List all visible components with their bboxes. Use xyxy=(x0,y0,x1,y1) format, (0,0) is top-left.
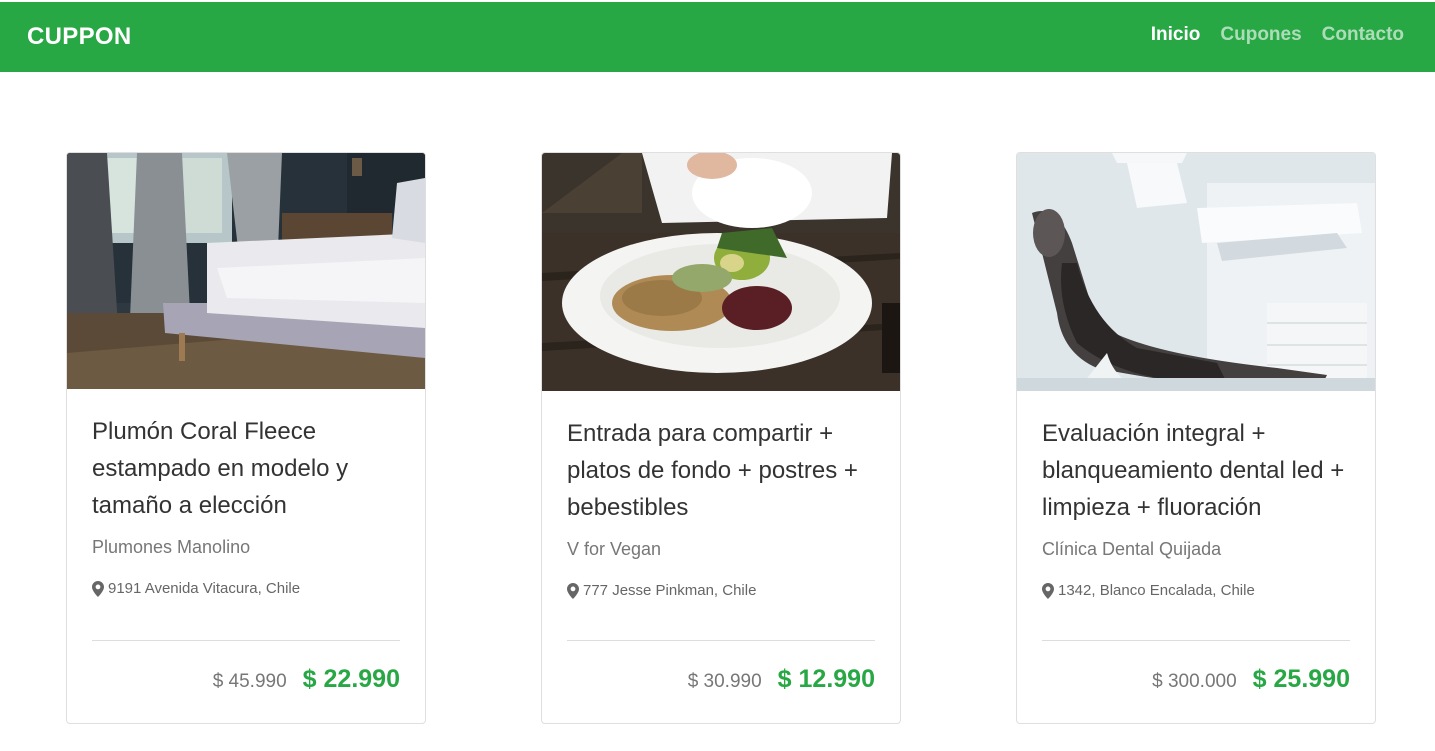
deal-address: 9191 Avenida Vitacura, Chile xyxy=(92,580,400,597)
deal-address-text: 777 Jesse Pinkman, Chile xyxy=(583,582,757,599)
deal-address-text: 9191 Avenida Vitacura, Chile xyxy=(108,580,301,597)
main-nav: Inicio Cupones Contacto xyxy=(1151,24,1404,46)
deal-address: 1342, Blanco Encalada, Chile xyxy=(1042,582,1350,599)
deal-image-dental[interactable] xyxy=(1017,153,1375,391)
price-row: $ 30.990 $ 12.990 xyxy=(688,665,875,694)
deal-address: 777 Jesse Pinkman, Chile xyxy=(567,582,875,599)
map-marker-icon xyxy=(1042,582,1054,599)
card-divider xyxy=(92,640,400,641)
map-marker-icon xyxy=(92,580,104,597)
card-divider xyxy=(1042,640,1350,641)
deal-card-body: Plumón Coral Fleece estampado en modelo … xyxy=(92,413,400,597)
deal-image-salad[interactable] xyxy=(542,153,900,391)
top-navbar: CUPPON Inicio Cupones Contacto xyxy=(0,2,1435,72)
deal-vendor: V for Vegan xyxy=(567,539,662,559)
nav-link-cupones[interactable]: Cupones xyxy=(1220,24,1301,46)
nav-link-inicio[interactable]: Inicio xyxy=(1151,24,1201,46)
price-row: $ 45.990 $ 22.990 xyxy=(213,665,400,694)
deal-title[interactable]: Evaluación integral + blanqueamiento den… xyxy=(1042,415,1350,526)
card-divider xyxy=(567,640,875,641)
old-price: $ 300.000 xyxy=(1152,671,1237,692)
new-price: $ 25.990 xyxy=(1252,665,1350,693)
deal-vendor: Plumones Manolino xyxy=(92,537,251,557)
deal-card[interactable]: Plumón Coral Fleece estampado en modelo … xyxy=(66,152,426,724)
new-price: $ 12.990 xyxy=(777,665,875,693)
deal-title[interactable]: Entrada para compartir + platos de fondo… xyxy=(567,415,875,526)
deal-title[interactable]: Plumón Coral Fleece estampado en modelo … xyxy=(92,413,400,524)
deal-vendor: Clínica Dental Quijada xyxy=(1042,539,1222,559)
deal-card-body: Evaluación integral + blanqueamiento den… xyxy=(1042,415,1350,599)
deal-card[interactable]: Evaluación integral + blanqueamiento den… xyxy=(1016,152,1376,724)
old-price: $ 30.990 xyxy=(687,671,762,692)
deal-card[interactable]: Entrada para compartir + platos de fondo… xyxy=(541,152,901,724)
old-price: $ 45.990 xyxy=(212,671,287,692)
new-price: $ 22.990 xyxy=(302,665,400,693)
brand-logo[interactable]: CUPPON xyxy=(27,23,131,51)
deal-address-text: 1342, Blanco Encalada, Chile xyxy=(1058,582,1255,599)
map-marker-icon xyxy=(567,582,579,599)
deal-card-body: Entrada para compartir + platos de fondo… xyxy=(567,415,875,599)
nav-link-contacto[interactable]: Contacto xyxy=(1322,24,1404,46)
price-row: $ 300.000 $ 25.990 xyxy=(1152,665,1350,694)
deal-image-bedroom[interactable] xyxy=(67,153,425,389)
